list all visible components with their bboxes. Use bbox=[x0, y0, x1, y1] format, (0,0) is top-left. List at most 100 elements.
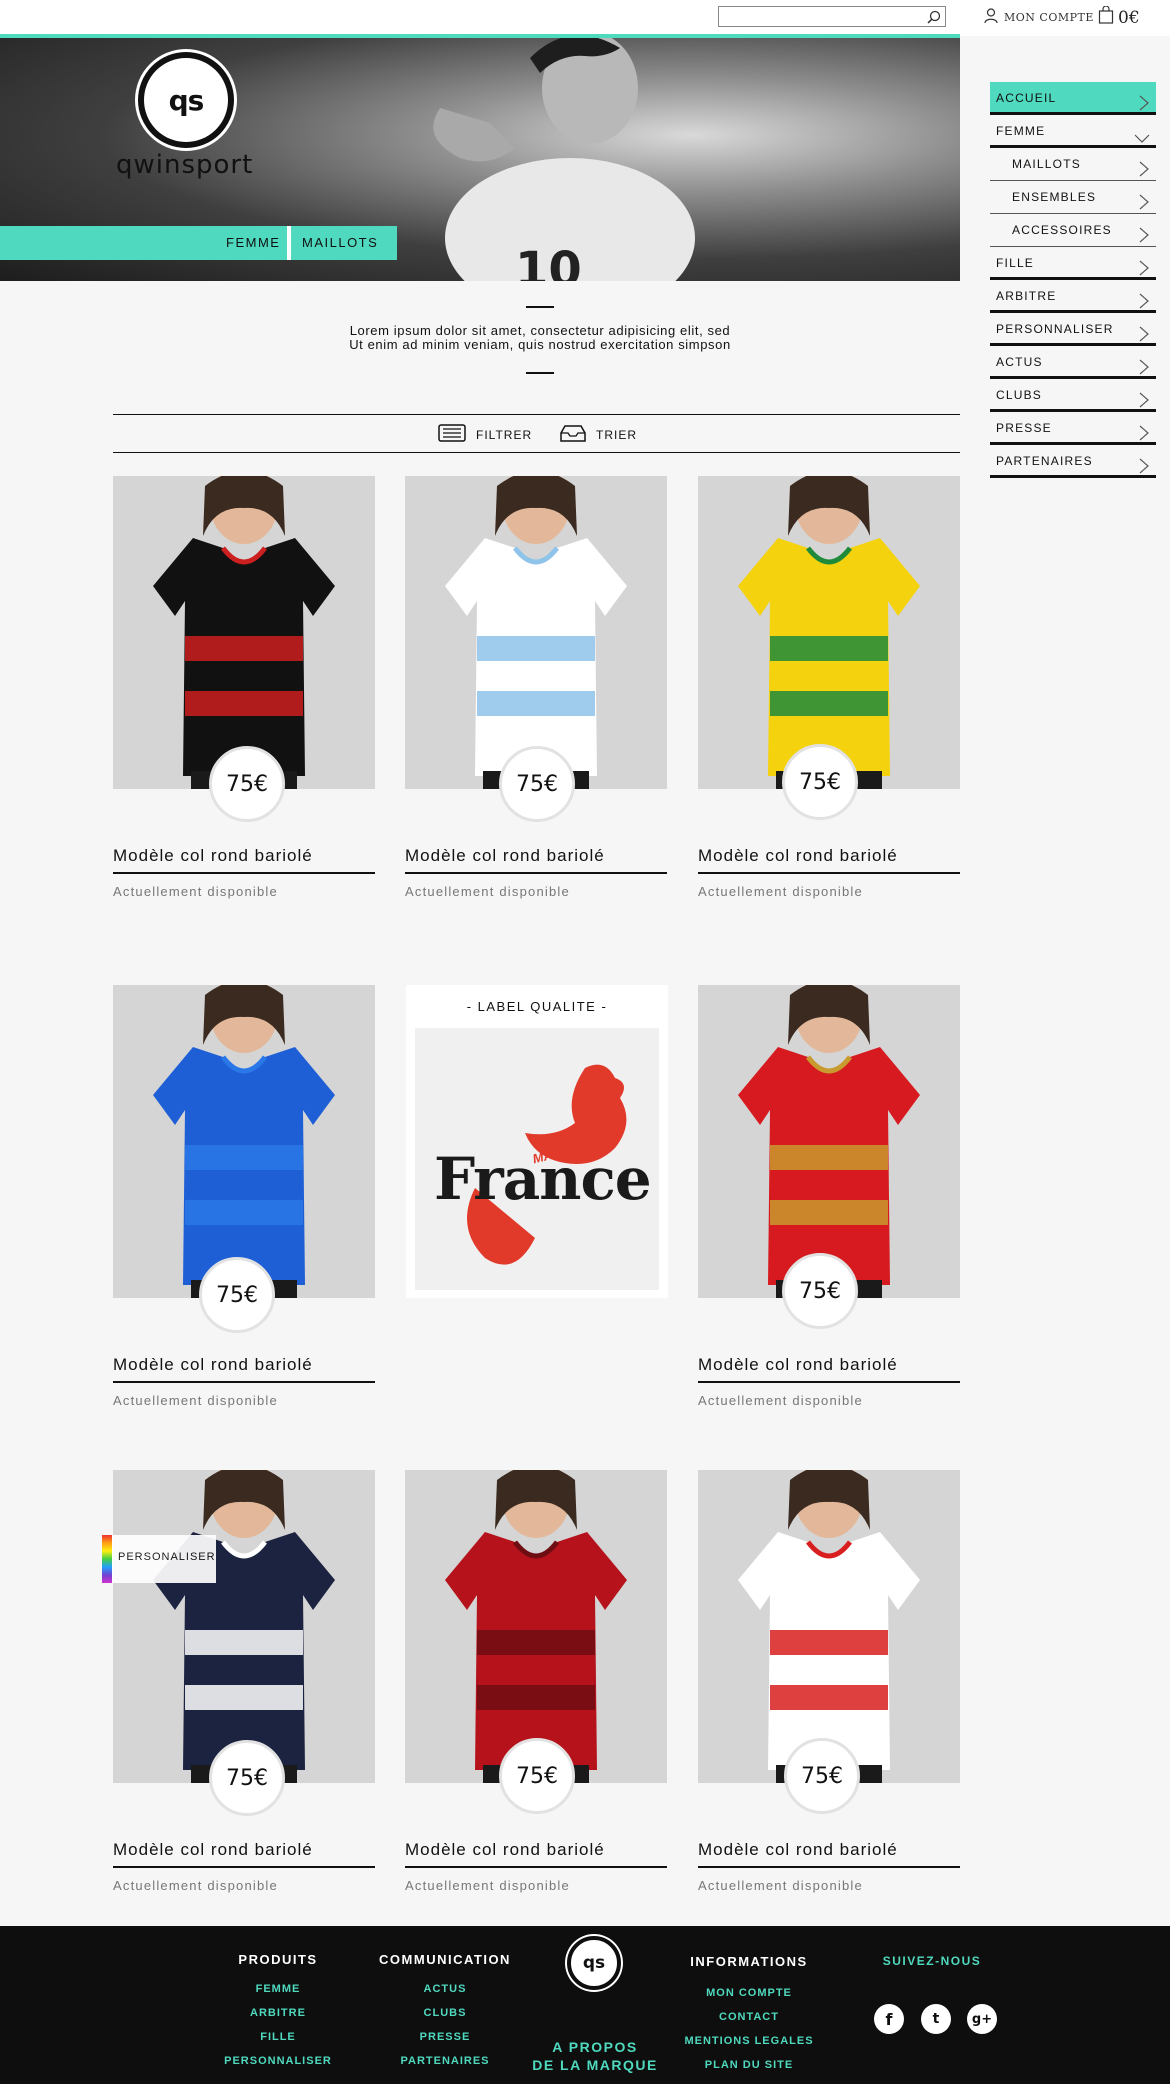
product-name[interactable]: Modèle col rond bariolé bbox=[698, 846, 960, 874]
sidebar-nav: ACCUEIL FEMME MAILLOTS ENSEMBLES ACCESSOIRES… bbox=[990, 82, 1156, 478]
footer-link-partenaires[interactable]: PARTENAIRES bbox=[370, 2055, 520, 2067]
product-name[interactable]: Modèle col rond bariolé bbox=[698, 1840, 960, 1868]
footer-col-communication: COMMUNICATION ACTUS CLUBS PRESSE PARTENA… bbox=[370, 1952, 520, 2067]
product-availability: Actuellement disponible bbox=[698, 1878, 863, 1893]
sidebar-item-label: FILLE bbox=[996, 256, 1035, 270]
sort-label: TRIER bbox=[596, 427, 637, 442]
intro-dash-top bbox=[526, 306, 554, 308]
product-name[interactable]: Modèle col rond bariolé bbox=[113, 846, 375, 874]
sidebar-item-ensembles[interactable]: ENSEMBLES bbox=[990, 181, 1156, 214]
footer-link-personnaliser[interactable]: PERSONNALISER bbox=[208, 2055, 348, 2067]
footer-link-mentions-legales[interactable]: MENTIONS LEGALES bbox=[670, 2035, 828, 2047]
product-availability: Actuellement disponible bbox=[113, 884, 278, 899]
footer-link-presse[interactable]: PRESSE bbox=[370, 2031, 520, 2043]
sidebar-item-label: ENSEMBLES bbox=[1012, 190, 1097, 204]
sidebar-item-label: ARBITRE bbox=[996, 289, 1057, 303]
google-plus-icon[interactable]: g+ bbox=[967, 2004, 997, 2034]
footer-col-produits: PRODUITS FEMME ARBITRE FILLE PERSONNALIS… bbox=[208, 1952, 348, 2067]
hero-banner: 10 qs qwinsport FEMME MAILLOTS bbox=[0, 38, 960, 281]
filter-button[interactable]: FILTRER bbox=[438, 424, 532, 445]
filter-list-icon bbox=[438, 424, 466, 445]
footer-link-plan-du-site[interactable]: PLAN DU SITE bbox=[670, 2059, 828, 2071]
intro-dash-bottom bbox=[526, 372, 554, 374]
footer: PRODUITS FEMME ARBITRE FILLE PERSONNALIS… bbox=[0, 1926, 1170, 2084]
sidebar-item-maillots[interactable]: MAILLOTS bbox=[990, 148, 1156, 181]
sidebar-item-label: ACTUS bbox=[996, 355, 1043, 369]
product-availability: Actuellement disponible bbox=[405, 884, 570, 899]
tray-icon bbox=[560, 424, 586, 445]
twitter-icon[interactable]: t bbox=[921, 2004, 951, 2034]
product-name[interactable]: Modèle col rond bariolé bbox=[405, 1840, 667, 1868]
product-name[interactable]: Modèle col rond bariolé bbox=[113, 1840, 375, 1868]
product-image[interactable] bbox=[113, 476, 375, 789]
product-availability: Actuellement disponible bbox=[113, 1393, 278, 1408]
top-bar: MON COMPTE 0€ bbox=[0, 0, 1170, 36]
sidebar-item-fille[interactable]: FILLE bbox=[990, 247, 1156, 280]
product-image[interactable] bbox=[698, 476, 960, 789]
chevron-right-icon bbox=[1138, 454, 1150, 486]
sidebar-item-partenaires[interactable]: PARTENAIRES bbox=[990, 445, 1156, 478]
logo-text: qs bbox=[168, 83, 205, 117]
sidebar-item-label: PRESSE bbox=[996, 421, 1052, 435]
user-icon bbox=[984, 8, 998, 27]
product-image[interactable] bbox=[113, 985, 375, 1298]
footer-link-clubs[interactable]: CLUBS bbox=[370, 2007, 520, 2019]
hero-player-image: 10 bbox=[433, 38, 695, 281]
price-badge: 75€ bbox=[499, 746, 575, 822]
product-availability: Actuellement disponible bbox=[698, 1393, 863, 1408]
product-image[interactable] bbox=[698, 1470, 960, 1783]
product-name[interactable]: Modèle col rond bariolé bbox=[113, 1355, 375, 1383]
product-image[interactable] bbox=[698, 985, 960, 1298]
brand-logo[interactable]: qs bbox=[138, 52, 234, 148]
footer-link-contact[interactable]: CONTACT bbox=[670, 2011, 828, 2023]
search-input[interactable] bbox=[719, 9, 919, 28]
sidebar-item-accessoires[interactable]: ACCESSOIRES bbox=[990, 214, 1156, 247]
sidebar-item-label: ACCUEIL bbox=[996, 91, 1057, 105]
breadcrumb-femme[interactable]: FEMME bbox=[226, 226, 280, 260]
sidebar-item-label: CLUBS bbox=[996, 388, 1043, 402]
footer-link-arbitre[interactable]: ARBITRE bbox=[208, 2007, 348, 2019]
product-name[interactable]: Modèle col rond bariolé bbox=[698, 1355, 960, 1383]
footer-link-femme[interactable]: FEMME bbox=[208, 1983, 348, 1995]
cart-link[interactable]: 0€ bbox=[1098, 5, 1140, 29]
breadcrumb-separator bbox=[287, 226, 291, 260]
toolbar-rule-bottom bbox=[113, 452, 960, 453]
price-badge: 75€ bbox=[209, 1740, 285, 1816]
sidebar-item-actus[interactable]: ACTUS bbox=[990, 346, 1156, 379]
label-qualite-card: - LABEL QUALITE - MADE IN France bbox=[406, 985, 668, 1298]
product-name[interactable]: Modèle col rond bariolé bbox=[405, 846, 667, 874]
rainbow-strip bbox=[102, 1535, 112, 1583]
sidebar-item-personnaliser[interactable]: PERSONNALISER bbox=[990, 313, 1156, 346]
product-image[interactable] bbox=[113, 1470, 375, 1783]
product-image[interactable] bbox=[405, 476, 667, 789]
sidebar-item-label: FEMME bbox=[996, 124, 1046, 138]
footer-col-informations: INFORMATIONS MON COMPTE CONTACT MENTIONS… bbox=[670, 1954, 828, 2071]
sidebar-item-accueil[interactable]: ACCUEIL bbox=[990, 82, 1156, 115]
toolbar-rule-top bbox=[113, 414, 960, 415]
sidebar-item-clubs[interactable]: CLUBS bbox=[990, 379, 1156, 412]
footer-heading: INFORMATIONS bbox=[690, 1954, 808, 1969]
sidebar-item-presse[interactable]: PRESSE bbox=[990, 412, 1156, 445]
footer-heading: COMMUNICATION bbox=[379, 1952, 511, 1967]
svg-text:10: 10 bbox=[515, 242, 582, 281]
footer-link-fille[interactable]: FILLE bbox=[208, 2031, 348, 2043]
sort-button[interactable]: TRIER bbox=[560, 424, 637, 445]
account-link[interactable]: MON COMPTE bbox=[984, 8, 1094, 27]
footer-link-mon-compte[interactable]: MON COMPTE bbox=[670, 1987, 828, 1999]
product-availability: Actuellement disponible bbox=[113, 1878, 278, 1893]
footer-logo[interactable]: qs bbox=[567, 1936, 621, 1990]
about-line-1: A PROPOS bbox=[552, 2039, 638, 2055]
search-icon[interactable] bbox=[927, 9, 941, 28]
price-badge: 75€ bbox=[782, 1253, 858, 1329]
sidebar-item-femme[interactable]: FEMME bbox=[990, 115, 1156, 148]
facebook-icon[interactable]: f bbox=[874, 2004, 904, 2034]
sidebar-item-arbitre[interactable]: ARBITRE bbox=[990, 280, 1156, 313]
account-label: MON COMPTE bbox=[1004, 11, 1094, 24]
personaliser-label: PERSONALISER bbox=[118, 1551, 216, 1563]
footer-link-actus[interactable]: ACTUS bbox=[370, 1983, 520, 1995]
search-box[interactable] bbox=[718, 6, 946, 28]
breadcrumb-maillots[interactable]: MAILLOTS bbox=[302, 226, 378, 260]
personaliser-badge[interactable]: PERSONALISER bbox=[102, 1535, 216, 1583]
about-brand-link[interactable]: A PROPOS DE LA MARQUE bbox=[520, 2038, 670, 2074]
product-image[interactable] bbox=[405, 1470, 667, 1783]
